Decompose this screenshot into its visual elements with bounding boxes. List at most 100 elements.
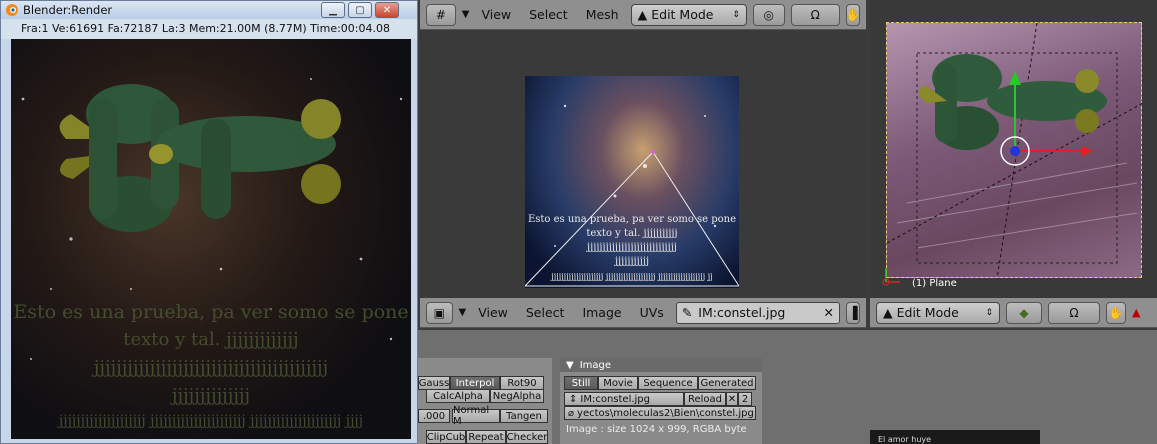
- updown-arrows-icon: ⇕: [732, 9, 740, 20]
- uv-menu-select[interactable]: Select: [520, 305, 571, 320]
- image-browse-field[interactable]: ✎ IM:constel.jpg ✕: [675, 301, 840, 324]
- reload-button[interactable]: Reload: [684, 392, 726, 406]
- blender-logo-icon: [5, 3, 19, 17]
- uv-text-line-2: texto y tal. jjjjjjjjjjj: [586, 228, 678, 239]
- gauss-button[interactable]: Gauss: [418, 376, 450, 390]
- tab-movie[interactable]: Movie: [598, 376, 638, 390]
- uv-menu-uvs[interactable]: UVs: [634, 305, 670, 320]
- normal-map-button[interactable]: Normal M: [452, 405, 500, 427]
- magnet-icon: Ω: [810, 7, 820, 22]
- 3d-view-header: ▲ Edit Mode ⇕ ◆ Ω ✋ ▲: [870, 298, 1157, 328]
- interpol-button[interactable]: Interpol: [450, 376, 500, 390]
- image-panel: ▼ Image Still Movie Sequence Generated ⇕…: [560, 358, 762, 444]
- render-info: Fra:1 Ve:61691 Fa:72187 La:3 Mem:21.00M …: [1, 19, 417, 39]
- render-view: Esto es una prueba, pa ver somo se pone …: [11, 39, 411, 439]
- 3d-mode-select[interactable]: ▲ Edit Mode ⇕: [876, 301, 1000, 324]
- 3d-updown-arrows-icon: ⇕: [985, 307, 993, 318]
- unlink-x-icon: ✕: [727, 393, 737, 405]
- hand-icon: ✋: [845, 7, 861, 22]
- render-window-title: Blender:Render: [23, 3, 113, 17]
- render-window: Blender:Render ▁ ▢ ✕ Fra:1 Ve:61691 Fa:7…: [0, 0, 418, 444]
- render-text-line-1: Esto es una prueba, pa ver somo se pone: [13, 301, 409, 323]
- render-text-line-3: jjjjjjjjjjjjjjjjjjjjjjjjjjjjjjjjjjjjjjjj…: [93, 357, 329, 378]
- datablock-arrows-icon: ⇕: [569, 393, 578, 405]
- axis-gizmo-icon: [882, 268, 900, 286]
- panel-collapse-icon[interactable]: ▼: [566, 360, 574, 371]
- uv-menu-image[interactable]: Image: [576, 305, 627, 320]
- collapse-triangle-icon[interactable]: ▼: [462, 9, 470, 20]
- hand-button[interactable]: ✋: [845, 3, 861, 26]
- draw-type-button[interactable]: ◆: [1006, 301, 1042, 324]
- filepath-field[interactable]: ⌀ yectos\moleculas2\Bien\constel.jpg ▤: [564, 406, 756, 420]
- users-count: 2: [738, 392, 752, 406]
- lock-button[interactable]: ▐: [846, 301, 860, 324]
- uv-text-line-5: jjjjjjjjjjjjjjjjjjjjj jjjjjjjjjjjjjjjjjj…: [551, 272, 713, 281]
- image-panel-title: Image: [579, 359, 612, 371]
- uv-image-view[interactable]: Esto es una prueba, pa ver somo se pone …: [420, 30, 866, 298]
- viewport-molecule: [918, 54, 1107, 150]
- image-name[interactable]: IM:constel.jpg: [698, 305, 785, 320]
- mode-label: Edit Mode: [651, 7, 714, 22]
- render-text-line-5: jjjjjjjjjjjjjjjjjjjj jjjjjjjjjjjjjjjjjjj…: [58, 413, 364, 429]
- filepath-text: yectos\moleculas2\Bien\constel.jpg: [577, 407, 754, 419]
- checker-button[interactable]: Checker: [506, 430, 548, 444]
- filter-size-field[interactable]: .000: [418, 409, 450, 423]
- pivot-icon: ◎: [763, 7, 774, 22]
- maximize-button[interactable]: ▢: [348, 2, 372, 18]
- editor-type-button[interactable]: #: [426, 3, 456, 26]
- mode-select[interactable]: ▲ Edit Mode ⇕: [630, 3, 747, 26]
- uv-editor-header: ▣ ▼ View Select Image UVs ✎ IM:constel.j…: [420, 298, 866, 328]
- object-label: (1) Plane: [912, 278, 957, 289]
- draw-type-icon: ◆: [1019, 305, 1029, 320]
- menu-view[interactable]: View: [475, 7, 517, 22]
- repeat-button[interactable]: Repeat: [466, 430, 506, 444]
- buttons-window: Gauss Interpol Rot90 CalcAlpha NegAlpha …: [418, 330, 1157, 444]
- negalpha-button[interactable]: NegAlpha: [490, 389, 544, 403]
- uv-text-line-4: jjjjjjjjjjj: [614, 256, 650, 267]
- uv-menu-view[interactable]: View: [472, 305, 514, 320]
- warning-icon: ▲: [1132, 306, 1141, 319]
- close-button[interactable]: ✕: [375, 2, 399, 18]
- tooltip-text: El amor huye: [878, 435, 932, 444]
- image-panel-header[interactable]: ▼ Image: [560, 358, 762, 372]
- pin-icon: ✎: [681, 305, 693, 320]
- menu-mesh[interactable]: Mesh: [580, 7, 625, 22]
- uv-text-line-1: Esto es una prueba, pa ver somo se pone: [527, 214, 737, 225]
- molecule-model: [59, 84, 341, 232]
- render-text-line-4: jjjjjjjjjjjjjj: [171, 385, 251, 406]
- folder-browse-icon[interactable]: ▤: [754, 408, 755, 419]
- mesh-header: # ▼ View Select Mesh ▲ Edit Mode ⇕ ◎ Ω ✋: [420, 0, 866, 30]
- 3d-edit-mode-icon: ▲: [883, 305, 893, 320]
- 3d-viewport[interactable]: (1) Plane: [870, 0, 1157, 298]
- viewport-image-plane: [886, 22, 1143, 279]
- unlink-image-button[interactable]: ✕: [726, 392, 738, 406]
- menu-select[interactable]: Select: [523, 7, 574, 22]
- 3d-hand-button[interactable]: ✋: [1106, 301, 1126, 324]
- image-datablock-field[interactable]: ⇕ IM:constel.jpg: [564, 392, 684, 406]
- maximize-icon: ▢: [355, 4, 365, 16]
- clipcube-button[interactable]: ClipCub: [426, 430, 466, 444]
- tab-still[interactable]: Still: [564, 376, 598, 390]
- uv-image: Esto es una prueba, pa ver somo se pone …: [525, 76, 739, 288]
- 3d-magnet-icon: Ω: [1069, 305, 1079, 320]
- image-editor-icon: ▣: [433, 305, 445, 320]
- uv-editor-type-button[interactable]: ▣: [426, 301, 453, 324]
- pivot-button[interactable]: ◎: [752, 3, 785, 26]
- render-titlebar[interactable]: Blender:Render ▁ ▢ ✕: [1, 1, 417, 19]
- unlink-icon[interactable]: ✕: [824, 305, 834, 320]
- uv-collapse-triangle-icon[interactable]: ▼: [459, 307, 467, 318]
- render-scene: [21, 78, 403, 360]
- tab-sequence[interactable]: Sequence: [638, 376, 698, 390]
- rot90-button[interactable]: Rot90: [500, 376, 544, 390]
- texture-panel: Gauss Interpol Rot90 CalcAlpha NegAlpha …: [418, 358, 552, 444]
- tangent-select[interactable]: Tangen: [500, 409, 548, 423]
- minimize-icon: ▁: [329, 4, 337, 16]
- minimize-button[interactable]: ▁: [321, 2, 345, 18]
- magnet-button[interactable]: Ω: [790, 3, 840, 26]
- viewport-scene: [887, 23, 1143, 279]
- tab-generated[interactable]: Generated: [698, 376, 756, 390]
- panel-image-name: IM:constel.jpg: [580, 393, 651, 405]
- 3d-mode-label: Edit Mode: [896, 305, 959, 320]
- calcalpha-button[interactable]: CalcAlpha: [426, 389, 490, 403]
- 3d-magnet-button[interactable]: Ω: [1048, 301, 1100, 324]
